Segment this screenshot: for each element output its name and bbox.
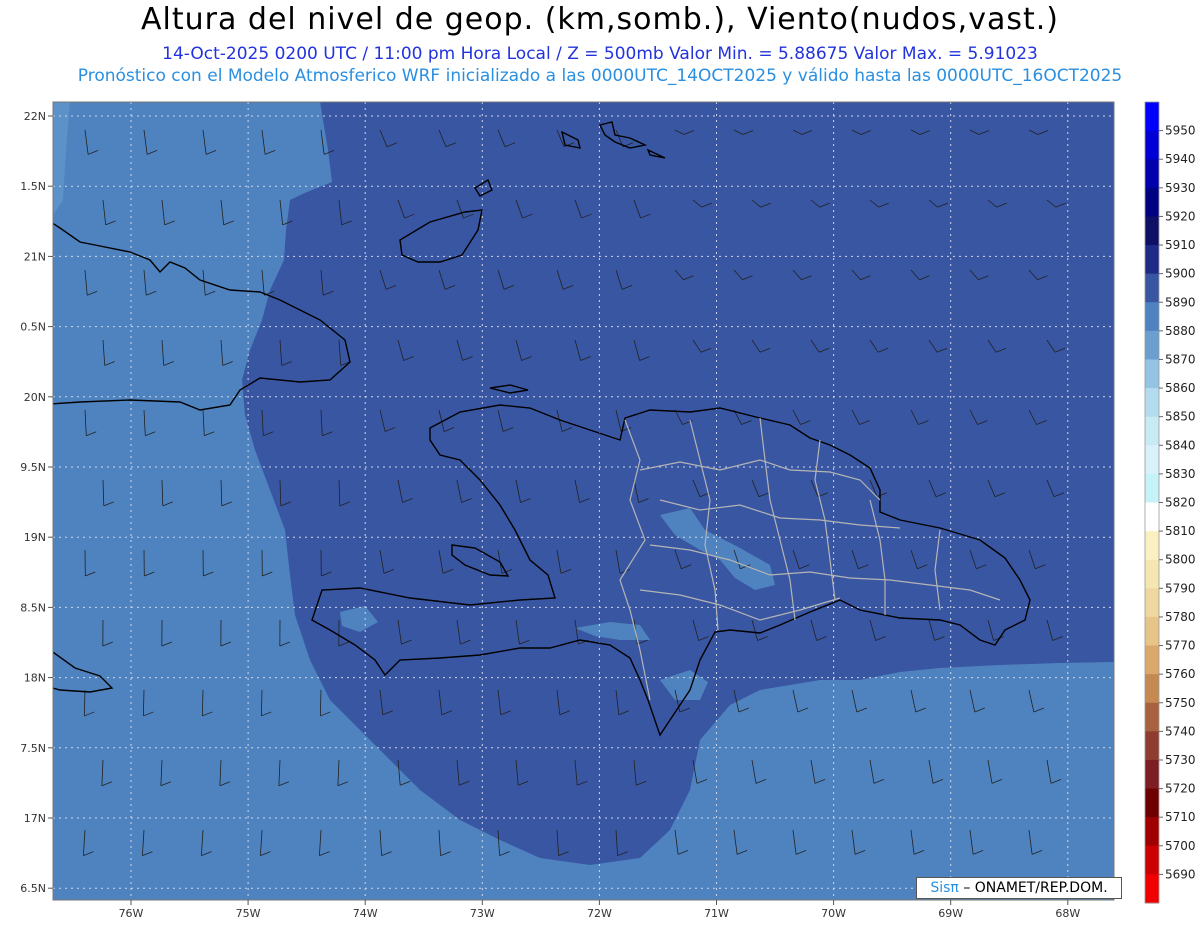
colorbar-label: 5910 — [1165, 238, 1196, 252]
lon-label: 71W — [704, 907, 729, 920]
colorbar-swatch — [1145, 759, 1159, 790]
lat-label: 0.5N — [20, 321, 46, 334]
colorbar-swatch — [1145, 445, 1159, 475]
lat-label: 1.5N — [20, 180, 46, 193]
lon-label: 74W — [353, 907, 378, 920]
lat-label: 9.5N — [20, 461, 46, 474]
colorbar-label: 5730 — [1165, 753, 1196, 767]
lat-label: 18N — [24, 672, 46, 685]
colorbar-swatch — [1145, 616, 1159, 647]
credit-logo: Sisπ — [930, 880, 959, 896]
colorbar-swatch — [1145, 502, 1159, 532]
lon-label: 73W — [470, 907, 495, 920]
lat-label: 21N — [24, 250, 46, 263]
colorbar-label: 5830 — [1165, 467, 1196, 481]
credit-text: – ONAMET/REP.DOM. — [963, 880, 1108, 896]
colorbar-swatch — [1145, 302, 1159, 332]
colorbar-label: 5700 — [1165, 839, 1196, 853]
lon-label: 75W — [236, 907, 261, 920]
colorbar-swatch — [1145, 645, 1159, 675]
colorbar-label: 5820 — [1165, 496, 1196, 510]
colorbar-swatch — [1145, 130, 1159, 160]
latitude-labels: 22N 1.5N 21N 0.5N 20N 9.5N 19N 8.5N 18N 7.5N 17N 6.… — [20, 110, 53, 895]
colorbar-label: 5950 — [1165, 124, 1196, 138]
colorbar-labels: 5950 5940 5930 5920 5910 5900 5890 5880 5870 5860… — [1159, 124, 1196, 881]
colorbar-label: 5890 — [1165, 295, 1196, 309]
valid-time-line: 14-Oct-2025 0200 UTC / 11:00 pm Hora Loc… — [162, 44, 1038, 64]
colorbar-swatch — [1145, 330, 1159, 360]
colorbar-label: 5690 — [1165, 867, 1196, 881]
colorbar-swatch — [1145, 531, 1159, 561]
longitude-labels: 76W 75W 74W 73W 72W 71W 70W 69W 68W — [119, 900, 1080, 920]
colorbar-label: 5850 — [1165, 410, 1196, 424]
colorbar-label: 5780 — [1165, 610, 1196, 624]
colorbar-swatch — [1145, 245, 1159, 275]
forecast-map: 22N 1.5N 21N 0.5N 20N 9.5N 19N 8.5N 18N 7.5N 17N 6.… — [20, 101, 1196, 920]
lat-label: 7.5N — [20, 742, 46, 755]
colorbar-swatch — [1145, 817, 1159, 847]
band-5900-north-lobe — [53, 102, 332, 214]
colorbar-swatch — [1145, 159, 1159, 189]
lat-label: 20N — [24, 391, 46, 404]
colorbar-label: 5790 — [1165, 581, 1196, 595]
colorbar-swatch — [1145, 788, 1159, 818]
colorbar-label: 5870 — [1165, 352, 1196, 366]
chart-title: Altura del nivel de geop. (km,somb.), Vi… — [141, 2, 1059, 37]
colorbar-swatch — [1145, 674, 1159, 704]
lat-label: 8.5N — [20, 601, 46, 614]
colorbar-swatch — [1145, 702, 1159, 732]
colorbar-label: 5740 — [1165, 724, 1196, 738]
colorbar-swatch — [1145, 216, 1159, 246]
colorbar-label: 5840 — [1165, 438, 1196, 452]
colorbar-swatch — [1145, 845, 1159, 875]
colorbar-swatch — [1145, 359, 1159, 389]
colorbar-swatch — [1145, 731, 1159, 761]
colorbar-label: 5770 — [1165, 639, 1196, 653]
colorbar-swatch — [1145, 102, 1159, 132]
colorbar — [1144, 101, 1160, 904]
colorbar-swatch — [1145, 874, 1159, 904]
colorbar-swatch — [1145, 187, 1159, 217]
lon-label: 69W — [938, 907, 963, 920]
colorbar-label: 5800 — [1165, 553, 1196, 567]
colorbar-label: 5750 — [1165, 696, 1196, 710]
colorbar-label: 5880 — [1165, 324, 1196, 338]
colorbar-label: 5760 — [1165, 667, 1196, 681]
colorbar-label: 5720 — [1165, 782, 1196, 796]
lon-label: 68W — [1055, 907, 1080, 920]
lat-label: 22N — [24, 110, 46, 123]
colorbar-label: 5710 — [1165, 810, 1196, 824]
lat-label: 17N — [24, 812, 46, 825]
lat-label: 6.5N — [20, 882, 46, 895]
model-info-line: Pronóstico con el Modelo Atmosferico WRF… — [77, 66, 1123, 86]
colorbar-swatch — [1145, 588, 1159, 618]
credit-box: Sisπ – ONAMET/REP.DOM. — [916, 877, 1122, 899]
colorbar-swatch — [1145, 416, 1159, 446]
colorbar-label: 5900 — [1165, 267, 1196, 281]
lon-label: 76W — [119, 907, 144, 920]
colorbar-swatch — [1145, 273, 1159, 303]
colorbar-label: 5810 — [1165, 524, 1196, 538]
colorbar-swatch — [1145, 388, 1159, 418]
colorbar-label: 5920 — [1165, 209, 1196, 223]
colorbar-label: 5930 — [1165, 181, 1196, 195]
lon-label: 72W — [587, 907, 612, 920]
colorbar-label: 5860 — [1165, 381, 1196, 395]
lat-label: 19N — [24, 531, 46, 544]
colorbar-label: 5940 — [1165, 152, 1196, 166]
lon-label: 70W — [821, 907, 846, 920]
colorbar-swatch — [1145, 559, 1159, 589]
colorbar-swatch — [1145, 473, 1159, 503]
